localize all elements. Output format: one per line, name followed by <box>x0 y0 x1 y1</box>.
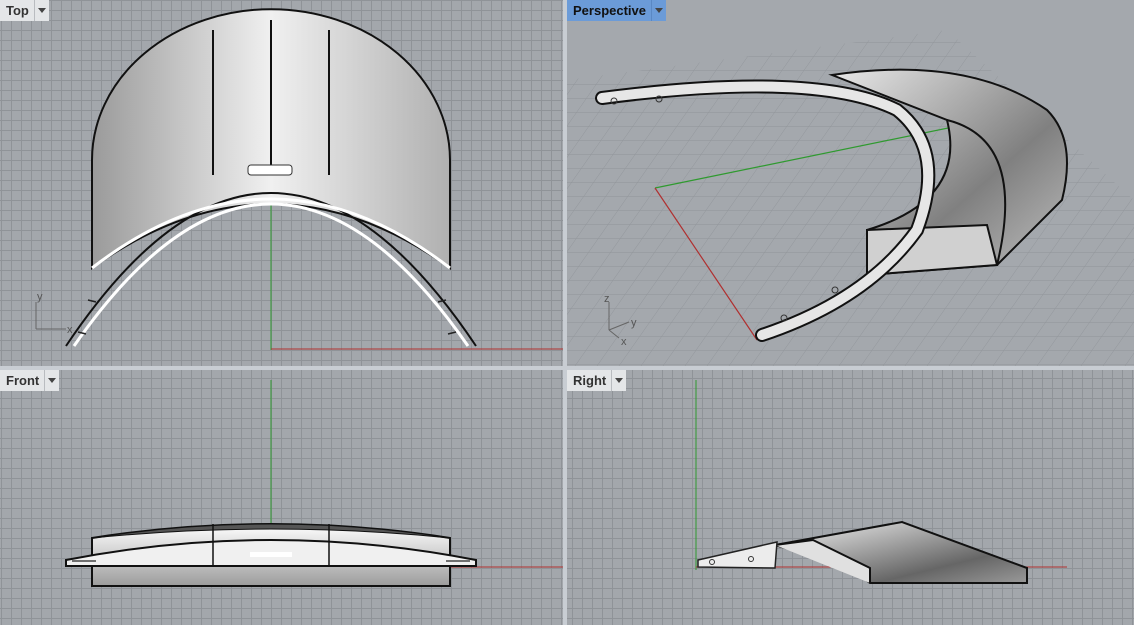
viewport-right[interactable]: Right <box>567 370 1134 625</box>
right-view-scene[interactable] <box>567 370 1134 625</box>
viewport-menu-chevron-down-icon[interactable] <box>45 370 60 391</box>
axis-label-y: y <box>37 291 43 303</box>
viewport-menu-chevron-down-icon[interactable] <box>612 370 627 391</box>
viewport-front[interactable]: Front <box>0 370 563 625</box>
axis-label-x: x <box>67 324 73 336</box>
viewport-label-perspective[interactable]: Perspective <box>567 0 666 21</box>
viewport-title: Right <box>567 370 613 391</box>
front-view-scene[interactable] <box>0 370 563 625</box>
viewport-label-right[interactable]: Right <box>567 370 627 391</box>
viewport-title: Perspective <box>567 0 652 21</box>
top-view-scene[interactable]: y x <box>0 0 563 366</box>
axis-label-z: z <box>604 293 610 305</box>
perspective-view-scene[interactable]: z y x <box>567 0 1134 366</box>
viewport-title: Top <box>0 0 35 21</box>
viewport-menu-chevron-down-icon[interactable] <box>34 0 49 21</box>
viewport-label-top[interactable]: Top <box>0 0 49 21</box>
viewport-menu-chevron-down-icon[interactable] <box>652 0 666 21</box>
axis-label-y: y <box>631 317 637 329</box>
axis-label-x: x <box>621 336 627 348</box>
viewport-perspective[interactable]: Perspective z y x <box>567 0 1134 366</box>
headband <box>697 541 778 569</box>
viewport-title: Front <box>0 370 46 391</box>
viewport-label-front[interactable]: Front <box>0 370 60 391</box>
viewport-top[interactable]: Top y x <box>0 0 563 366</box>
